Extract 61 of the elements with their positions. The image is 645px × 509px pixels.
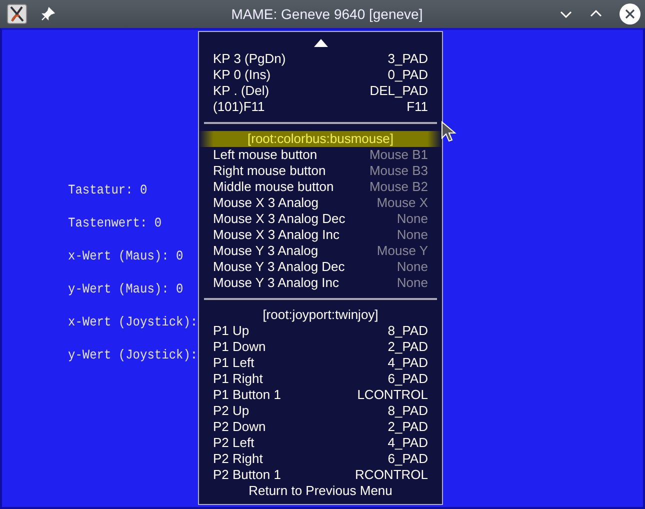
input-label[interactable]: Mouse Y 3 Analog (213, 243, 318, 259)
input-binding[interactable]: Mouse B3 (369, 163, 428, 179)
screen-text: y-Wert (Maus): 0 (68, 280, 184, 298)
input-label[interactable]: P2 Button 1 (213, 467, 281, 483)
input-binding[interactable]: F11 (406, 99, 428, 115)
input-label[interactable]: (101)F11 (213, 99, 265, 115)
window-title: MAME: Geneve 9640 [geneve] (230, 6, 424, 22)
input-binding[interactable]: 6_PAD (388, 451, 428, 467)
input-label[interactable]: P2 Left (213, 435, 254, 451)
pin-icon[interactable] (41, 7, 55, 21)
app-icon[interactable] (7, 4, 27, 24)
input-binding[interactable]: 2_PAD (388, 419, 428, 435)
input-label[interactable]: KP 3 (PgDn) (213, 51, 286, 67)
input-binding[interactable]: None (396, 275, 428, 291)
input-binding[interactable]: 4_PAD (388, 355, 428, 371)
screen-text: x-Wert (Joystick): (68, 313, 198, 331)
input-binding[interactable]: Mouse B2 (369, 179, 428, 195)
close-icon[interactable] (619, 3, 641, 25)
input-binding[interactable]: 4_PAD (388, 435, 428, 451)
input-binding[interactable]: Mouse X (376, 195, 428, 211)
input-label[interactable]: P2 Down (213, 419, 266, 435)
input-label[interactable]: P1 Down (213, 339, 266, 355)
scroll-up-icon[interactable] (314, 39, 328, 47)
input-label[interactable]: Mouse Y 3 Analog Inc (213, 275, 340, 291)
screen-text: x-Wert (Maus): 0 (68, 247, 184, 265)
input-label[interactable]: P2 Right (213, 451, 263, 467)
input-binding[interactable]: RCONTROL (355, 467, 428, 483)
screen-text: y-Wert (Joystick): (68, 346, 198, 364)
input-label[interactable]: P1 Left (213, 355, 254, 371)
return-menu-item[interactable]: Return to Previous Menu (213, 483, 428, 499)
input-binding[interactable]: 0_PAD (388, 67, 428, 83)
input-binding[interactable]: Mouse Y (376, 243, 428, 259)
input-label[interactable]: Middle mouse button (213, 179, 334, 195)
input-binding[interactable]: 6_PAD (388, 371, 428, 387)
input-label[interactable]: Mouse X 3 Analog Inc (213, 227, 340, 243)
section-header[interactable]: [root:colorbus:busmouse] (199, 131, 442, 147)
screen-text: Tastenwert: 0 (68, 214, 163, 232)
input-binding[interactable]: LCONTROL (357, 387, 428, 403)
input-label[interactable]: P1 Up (213, 323, 250, 339)
input-binding[interactable]: 8_PAD (388, 323, 428, 339)
input-label[interactable]: P1 Button 1 (213, 387, 281, 403)
screen-text: Tastatur: 0 (68, 181, 148, 199)
input-binding[interactable]: None (396, 259, 428, 275)
input-binding[interactable]: None (396, 227, 428, 243)
input-label[interactable]: KP 0 (Ins) (213, 67, 271, 83)
input-binding[interactable]: 8_PAD (388, 403, 428, 419)
section-header[interactable]: [root:joyport:twinjoy] (199, 307, 442, 323)
input-label[interactable]: P1 Right (213, 371, 263, 387)
input-binding[interactable]: None (396, 211, 428, 227)
input-binding[interactable]: DEL_PAD (370, 83, 428, 99)
input-label[interactable]: KP . (Del) (213, 83, 270, 99)
input-binding[interactable]: Mouse B1 (369, 147, 428, 163)
input-label[interactable]: Mouse X 3 Analog Dec (213, 211, 346, 227)
input-label[interactable]: Mouse X 3 Analog (213, 195, 319, 211)
input-label[interactable]: Left mouse button (213, 147, 318, 163)
input-label[interactable]: P2 Up (213, 403, 250, 419)
input-label[interactable]: Right mouse button (213, 163, 326, 179)
input-label[interactable]: Mouse Y 3 Analog Dec (213, 259, 345, 275)
input-binding[interactable]: 2_PAD (388, 339, 428, 355)
mouse-pointer-icon (441, 121, 457, 143)
input-binding[interactable]: 3_PAD (388, 51, 428, 67)
